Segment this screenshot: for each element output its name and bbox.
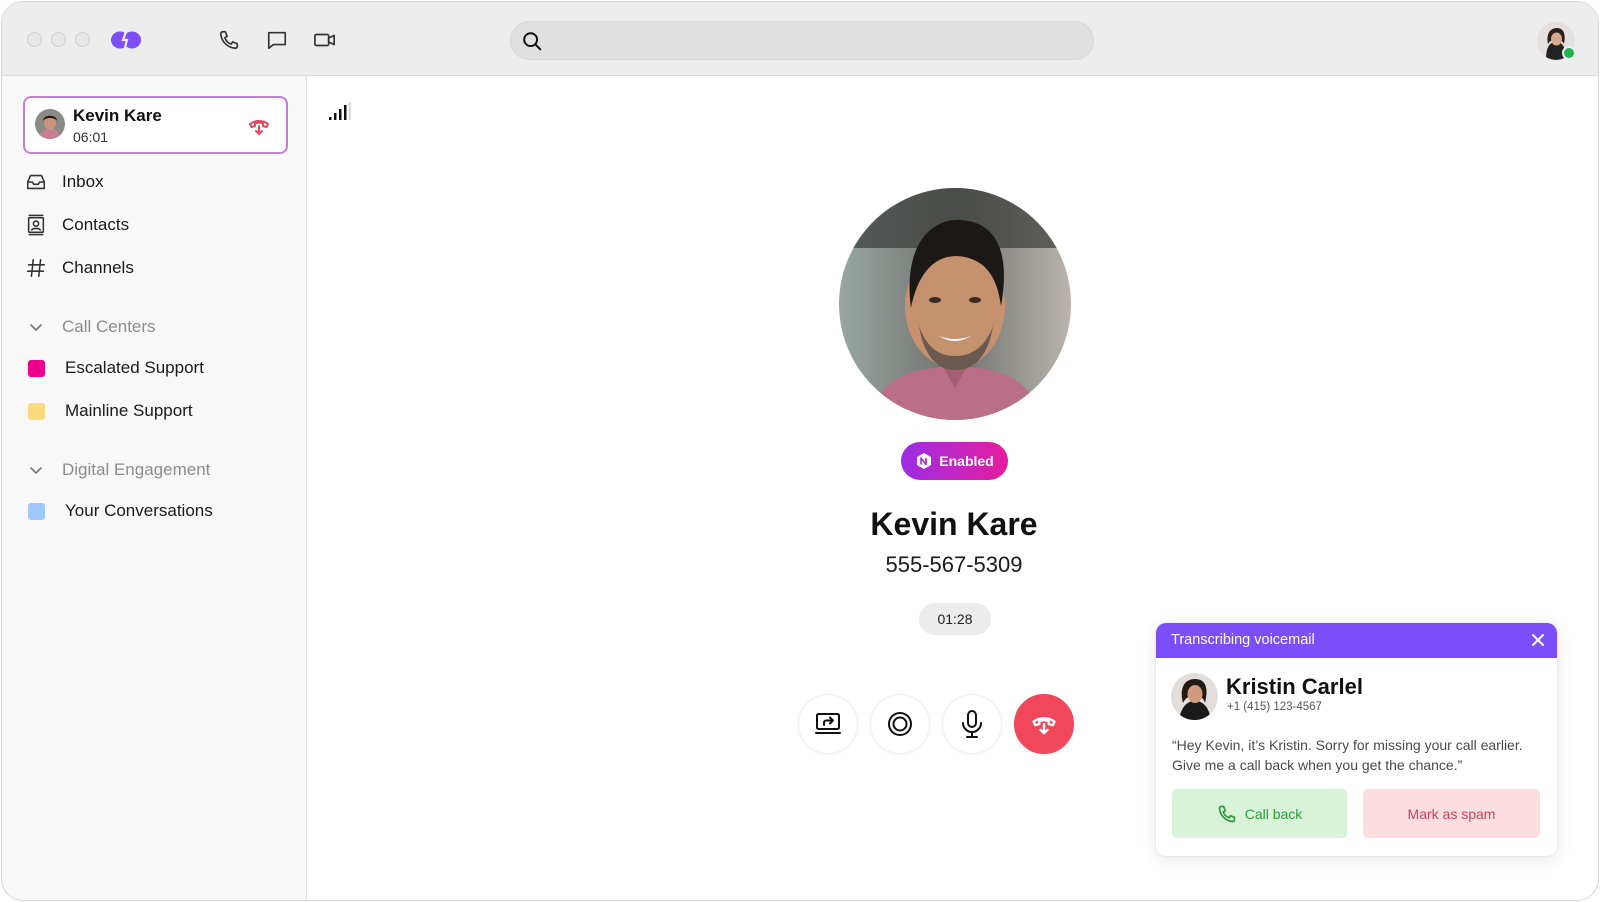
app-logo-icon: [111, 28, 141, 52]
sidebar-item-label: Your Conversations: [65, 501, 213, 520]
search-bar[interactable]: [510, 21, 1094, 60]
app-window: Kevin Kare 06:01 Inbox Contacts Channels…: [1, 1, 1599, 901]
mute-button[interactable]: [942, 694, 1002, 754]
sidebar-item-channels[interactable]: Channels: [24, 253, 134, 283]
active-call-avatar: [35, 109, 65, 139]
mark-as-spam-label: Mark as spam: [1407, 805, 1496, 822]
screen-share-icon: [815, 713, 841, 734]
call-back-label: Call back: [1244, 805, 1303, 822]
hang-up-icon[interactable]: [247, 114, 271, 138]
sidebar: Kevin Kare 06:01 Inbox Contacts Channels…: [2, 76, 307, 900]
phone-icon: [1218, 805, 1236, 822]
section-call-centers[interactable]: Call Centers: [24, 312, 156, 342]
window-minimize-button[interactable]: [51, 32, 66, 47]
close-icon: [1532, 634, 1544, 646]
caller-avatar: [1171, 673, 1218, 720]
chevron-down-icon: [24, 458, 48, 482]
hang-up-icon: [1032, 717, 1056, 735]
voicemail-title: Transcribing voicemail: [1171, 632, 1315, 648]
sidebar-item-mainline-support[interactable]: Mainline Support: [24, 396, 193, 426]
contacts-icon: [24, 213, 48, 237]
close-button[interactable]: [1527, 629, 1549, 651]
phone-icon: [219, 30, 239, 50]
title-bar: [2, 2, 1598, 76]
microphone-icon: [962, 710, 982, 738]
contact-name: Kevin Kare: [870, 506, 1038, 542]
hash-icon: [24, 256, 48, 280]
caller-name: Kristin Carlel: [1226, 674, 1363, 699]
section-label: Call Centers: [62, 317, 156, 336]
section-digital-engagement[interactable]: Digital Engagement: [24, 455, 210, 485]
window-controls: [27, 32, 90, 47]
sidebar-item-label: Inbox: [62, 172, 104, 191]
active-call-duration: 06:01: [73, 129, 109, 145]
active-call-name: Kevin Kare: [73, 106, 162, 125]
contact-phone: 555-567-5309: [885, 552, 1023, 577]
call-back-button[interactable]: Call back: [1172, 789, 1347, 838]
section-label: Digital Engagement: [62, 460, 211, 479]
sidebar-item-escalated-support[interactable]: Escalated Support: [24, 353, 204, 383]
badge-label: Enabled: [939, 453, 994, 469]
voicemail-card: Transcribing voicemail Kristin Carlel +1…: [1156, 623, 1557, 856]
color-swatch: [28, 402, 45, 420]
signal-strength-icon: [329, 102, 351, 120]
search-input[interactable]: [551, 22, 1081, 59]
active-call-card[interactable]: Kevin Kare 06:01: [23, 96, 288, 154]
sidebar-item-contacts[interactable]: Contacts: [24, 210, 129, 240]
sidebar-item-label: Channels: [62, 258, 134, 277]
caller-phone: +1 (415) 123-4567: [1227, 701, 1322, 713]
mark-as-spam-button[interactable]: Mark as spam: [1363, 789, 1540, 838]
chat-icon: [267, 31, 287, 50]
record-button[interactable]: [870, 694, 930, 754]
phone-nav-button[interactable]: [217, 28, 241, 52]
call-timer: 01:28: [919, 603, 991, 635]
chevron-down-icon: [24, 315, 48, 339]
screen-share-button[interactable]: [798, 694, 858, 754]
enabled-badge: Enabled: [901, 442, 1008, 480]
window-close-button[interactable]: [27, 32, 42, 47]
sidebar-item-your-conversations[interactable]: Your Conversations: [24, 496, 213, 526]
ai-assist-icon: [917, 453, 932, 469]
voicemail-transcript: “Hey Kevin, it’s Kristin. Sorry for miss…: [1172, 737, 1523, 773]
inbox-icon: [24, 170, 48, 194]
sidebar-item-inbox[interactable]: Inbox: [24, 167, 104, 197]
contact-photo: [839, 188, 1071, 420]
voicemail-header: Transcribing voicemail: [1156, 623, 1557, 658]
video-nav-button[interactable]: [313, 28, 337, 52]
end-call-button[interactable]: [1014, 694, 1074, 754]
color-swatch: [28, 502, 45, 520]
video-icon: [314, 33, 335, 47]
messages-nav-button[interactable]: [265, 28, 289, 52]
window-zoom-button[interactable]: [75, 32, 90, 47]
search-icon: [523, 32, 542, 51]
record-icon: [888, 712, 912, 736]
sidebar-item-label: Contacts: [62, 215, 130, 234]
color-swatch: [28, 359, 45, 377]
sidebar-item-label: Escalated Support: [65, 358, 204, 377]
presence-online-indicator: [1562, 46, 1576, 60]
sidebar-item-label: Mainline Support: [65, 401, 193, 420]
